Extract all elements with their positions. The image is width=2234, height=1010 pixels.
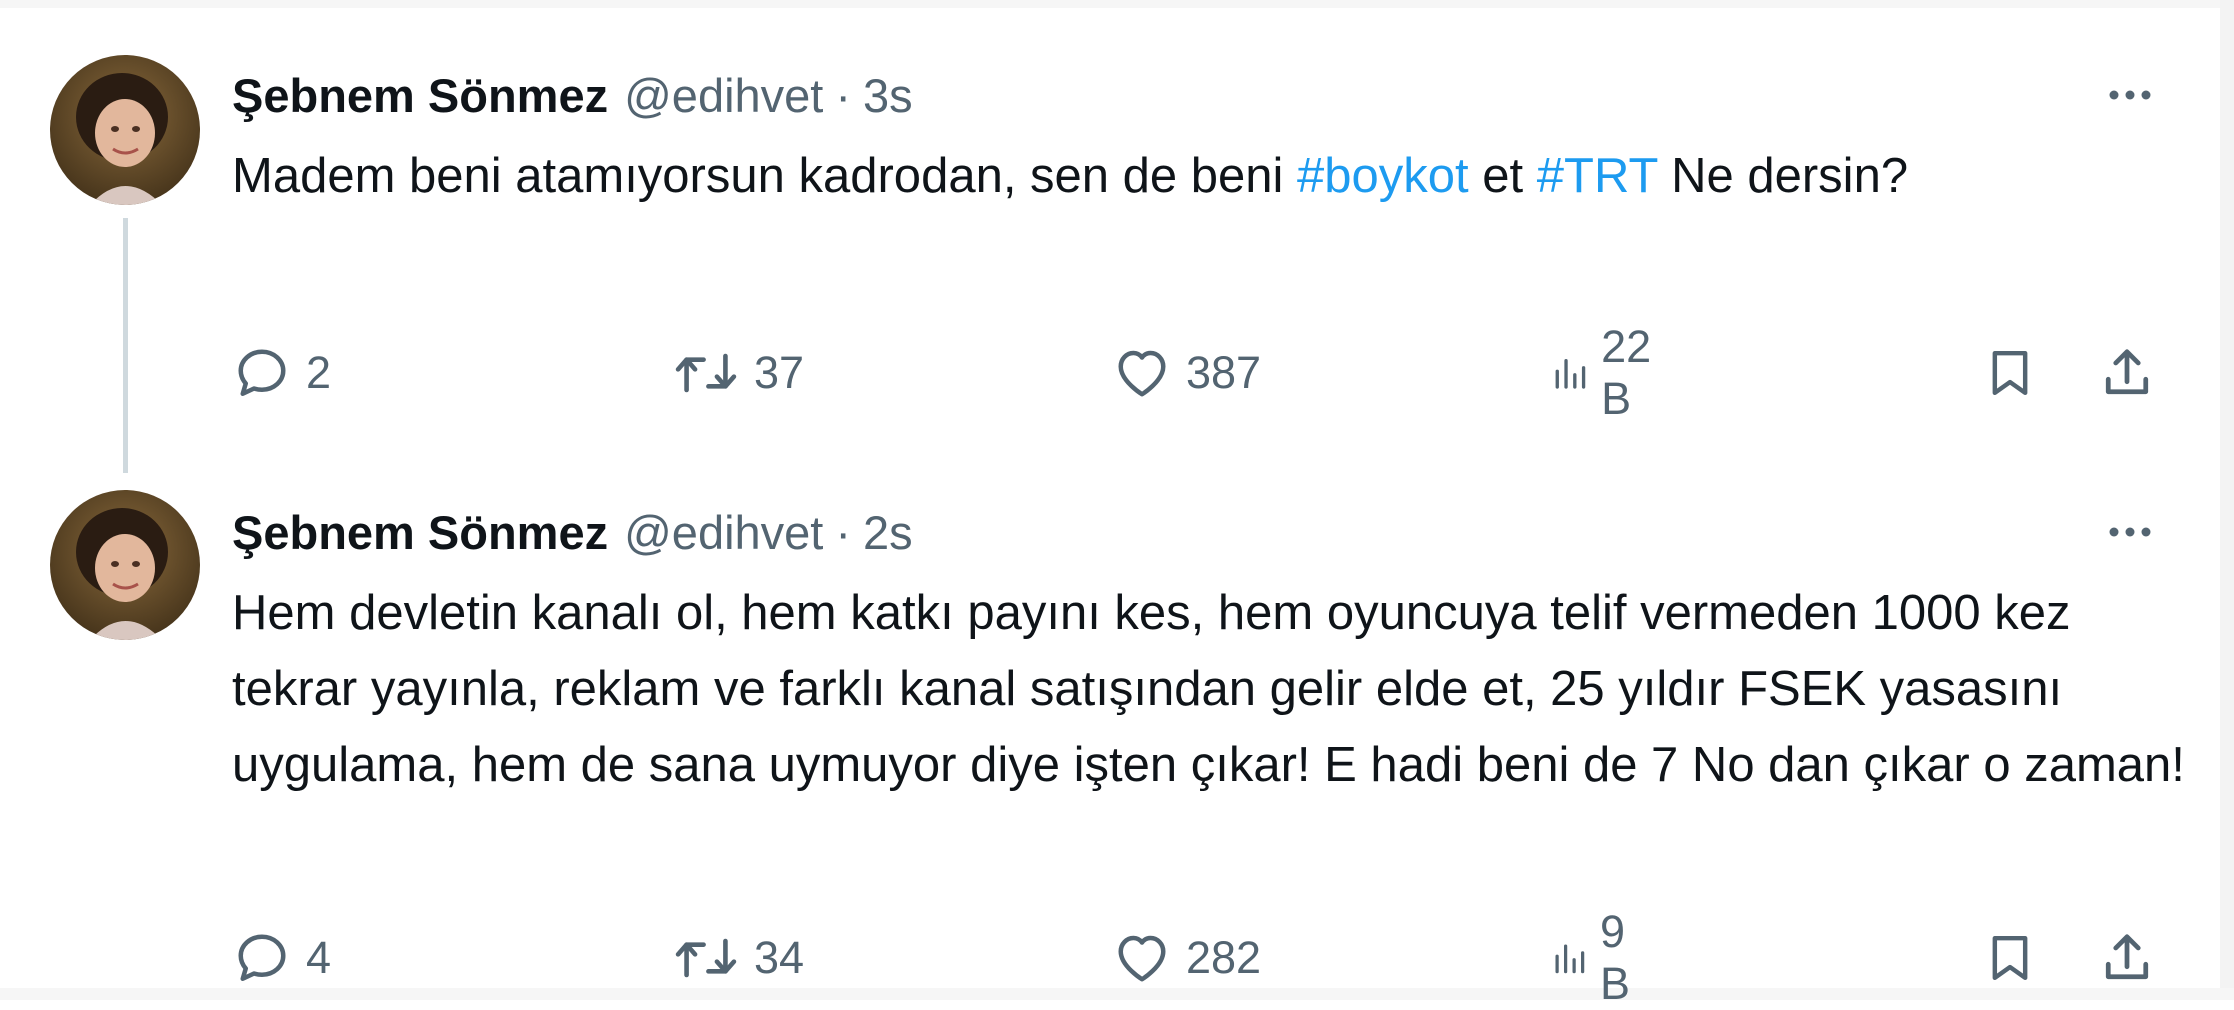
retweet-count: 34 [754, 932, 805, 983]
heart-icon [1118, 935, 1166, 982]
like-count: 282 [1186, 932, 1262, 983]
bookmark-icon [1992, 350, 2028, 396]
views-count: 9 B [1600, 906, 1631, 1009]
hashtag-link[interactable]: #boykot [1297, 149, 1469, 203]
author-handle[interactable]: @edihvet [624, 505, 823, 560]
retweet-icon [675, 353, 737, 393]
like-button[interactable]: 387 [1112, 333, 1261, 413]
views-icon [1555, 944, 1585, 974]
reply-button[interactable]: 4 [232, 918, 331, 998]
author-name[interactable]: Şebnem Sönmez [232, 505, 608, 560]
retweet-button[interactable]: 34 [672, 918, 804, 998]
retweet-count: 37 [754, 347, 805, 398]
views-button[interactable]: 9 B [1552, 906, 1646, 1009]
tweet-text-part: et [1468, 149, 1537, 203]
bookmark-button[interactable] [1982, 918, 2038, 998]
more-button[interactable] [2100, 75, 2160, 115]
retweet-icon [675, 938, 737, 978]
more-button[interactable] [2100, 512, 2160, 552]
share-icon [2105, 934, 2149, 980]
hashtag-link[interactable]: #TRT [1537, 149, 1658, 203]
reply-icon [238, 934, 286, 981]
tweet-text-part: Madem beni atamıyorsun kadrodan, sen de … [232, 149, 1298, 203]
views-icon [1555, 359, 1586, 389]
tweet-header: Şebnem Sönmez @edihvet · 2s [232, 497, 913, 567]
reply-count: 4 [306, 932, 332, 983]
share-icon [2105, 349, 2149, 395]
timestamp[interactable]: 3s [863, 68, 913, 123]
top-edge [0, 0, 2234, 8]
separator-dot: · [835, 505, 852, 559]
like-count: 387 [1186, 347, 1262, 398]
more-icon [2109, 90, 2151, 100]
like-button[interactable]: 282 [1112, 918, 1261, 998]
share-button[interactable] [2097, 333, 2157, 413]
tweet-text: Madem beni atamıyorsun kadrodan, sen de … [232, 138, 2192, 214]
author-handle[interactable]: @edihvet [624, 68, 823, 123]
tweet-thread: Şebnem Sönmez @edihvet · 3s Madem beni a… [0, 0, 2234, 1009]
retweet-button[interactable]: 37 [672, 333, 804, 413]
more-icon [2109, 527, 2151, 537]
tweet-text: Hem devletin kanalı ol, hem katkı payını… [232, 586, 2185, 792]
bookmark-icon [1992, 935, 2028, 981]
avatar[interactable] [50, 490, 200, 640]
avatar[interactable] [50, 55, 200, 205]
views-count: 22 B [1601, 321, 1652, 424]
timestamp[interactable]: 2s [863, 505, 913, 560]
tweet-header: Şebnem Sönmez @edihvet · 3s [232, 60, 913, 130]
heart-icon [1118, 350, 1166, 397]
tweet-text-part: Ne dersin? [1657, 149, 1909, 203]
share-button[interactable] [2097, 918, 2157, 998]
author-name[interactable]: Şebnem Sönmez [232, 68, 608, 123]
reply-count: 2 [306, 347, 332, 398]
avatar-image [50, 490, 200, 640]
avatar-image [50, 55, 200, 205]
thread-connector-line [123, 218, 128, 473]
right-edge [2220, 0, 2234, 1000]
reply-button[interactable]: 2 [232, 333, 331, 413]
reply-icon [238, 349, 286, 396]
bookmark-button[interactable] [1982, 333, 2038, 413]
views-button[interactable]: 22 B [1552, 321, 1666, 424]
separator-dot: · [835, 68, 852, 122]
